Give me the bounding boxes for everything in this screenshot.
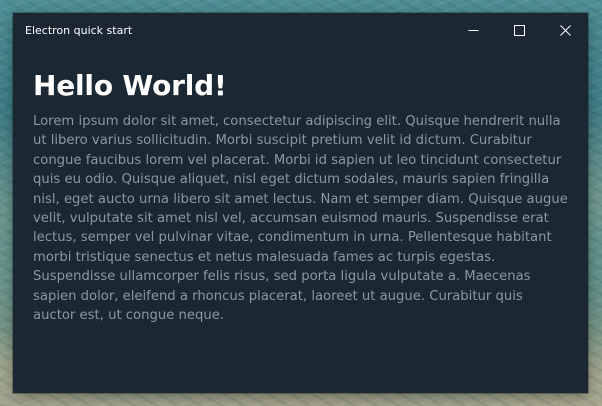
page-content: Hello World! Lorem ipsum dolor sit amet,… <box>13 47 588 325</box>
maximize-button[interactable] <box>496 13 542 47</box>
window-title: Electron quick start <box>25 23 133 37</box>
close-icon <box>559 24 571 36</box>
maximize-icon <box>513 24 525 36</box>
title-bar[interactable]: Electron quick start <box>13 13 588 47</box>
page-heading: Hello World! <box>33 69 227 102</box>
app-window: Electron quick start Hello World! Lorem … <box>13 13 588 393</box>
body-paragraph: Lorem ipsum dolor sit amet, consectetur … <box>33 114 568 324</box>
minimize-icon <box>468 25 479 36</box>
minimize-button[interactable] <box>450 13 496 47</box>
window-controls <box>450 13 588 47</box>
close-button[interactable] <box>542 13 588 47</box>
